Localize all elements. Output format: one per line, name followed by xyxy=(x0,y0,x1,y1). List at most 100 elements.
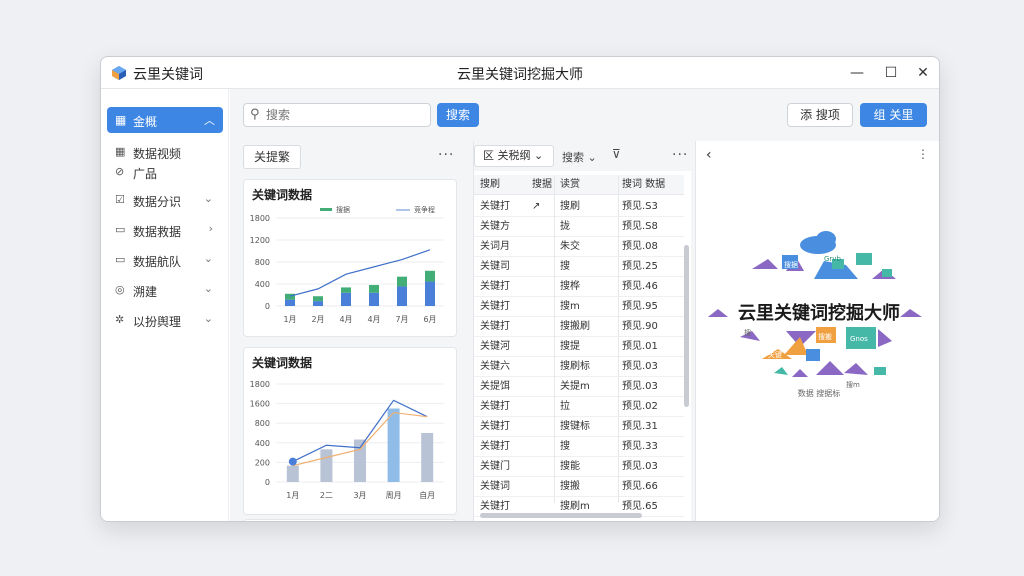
minimize-button[interactable]: — xyxy=(843,61,871,85)
more-options-icon[interactable]: ··· xyxy=(672,147,688,163)
x-tick-label: 3月 xyxy=(353,491,366,500)
legend-swatch xyxy=(320,208,332,211)
table-row[interactable]: 关键词 搜搬 预见.66 xyxy=(474,477,684,497)
bar xyxy=(286,465,299,482)
sidebar-item-data-video[interactable]: ▦ 数据视频 xyxy=(107,141,223,163)
sidebar-item-product[interactable]: ⊘ 广品 xyxy=(107,161,223,183)
table-cell xyxy=(532,237,556,256)
table-toolbar: 区 关税纲 ⌄ 搜索 ⌄ ⊽ ··· xyxy=(474,141,691,171)
sidebar-item-data-rescue[interactable]: ▭ 数据救据 › xyxy=(107,219,223,241)
bar-base xyxy=(313,301,323,306)
sidebar-item-label: 数据救据 xyxy=(133,225,182,239)
chevron-down-icon: ⌄ xyxy=(203,282,213,295)
table-cell: 预见.08 xyxy=(622,241,658,252)
sidebar-item-data-analysis[interactable]: ☑ 数据分识 ⌄ xyxy=(107,189,223,211)
sidebar-item-settings[interactable]: ✲ 以扮舆理 ⌄ xyxy=(107,309,223,331)
filter-icon[interactable]: ⊽ xyxy=(612,147,621,161)
column-header[interactable]: 搜刷 xyxy=(480,175,532,194)
table-row[interactable]: 关词月 朱交 预见.08 xyxy=(474,237,684,257)
table-cell xyxy=(532,377,556,396)
table-cell xyxy=(532,317,556,336)
table-row[interactable]: 关键六 搜刷标 预见.03 xyxy=(474,357,684,377)
bar-top xyxy=(425,270,435,282)
y-tick-label: 1200 xyxy=(250,236,270,245)
table-row[interactable]: 关键打 搜搬刷 预见.90 xyxy=(474,317,684,337)
tab-keywords[interactable]: 关提繁 xyxy=(243,145,301,169)
sidebar-item-data-team[interactable]: ▭ 数据航队 ⌄ xyxy=(107,249,223,271)
chevron-right-icon: › xyxy=(208,222,213,235)
x-tick-label: 2二 xyxy=(320,491,333,500)
table-cell xyxy=(532,337,556,356)
y-tick-label: 1600 xyxy=(250,400,270,409)
sidebar-item-label: 溯建 xyxy=(133,285,158,299)
close-button[interactable]: ✕ xyxy=(909,61,937,85)
chevron-down-icon: ⌄ xyxy=(203,192,213,205)
filter-dropdown-label: 区 关税纲 xyxy=(483,149,531,162)
cloud-tag: 关键 xyxy=(768,350,782,359)
cloud-tag: 搜搬 xyxy=(818,332,832,341)
vertical-scrollbar[interactable] xyxy=(684,245,689,407)
table-row[interactable]: 关键打 拉 预见.02 xyxy=(474,397,684,417)
more-options-icon[interactable]: ··· xyxy=(438,147,454,163)
cloud-tag: Grvb xyxy=(824,255,841,263)
table-cell: 预见.S3 xyxy=(622,201,658,212)
filter-dropdown[interactable]: 区 关税纲 ⌄ xyxy=(474,145,554,167)
sidebar-item-label: 数据航队 xyxy=(133,255,182,269)
table-cell: 搜 xyxy=(560,261,570,272)
table-cell xyxy=(532,257,556,276)
chart-card-2: 关键词数据 0 200 400 800 1600 1800 1月 2二 3月 周月 自月 xyxy=(243,347,457,515)
horizontal-scrollbar[interactable] xyxy=(480,513,642,518)
search-box: ⚲ xyxy=(243,103,431,127)
x-tick-label: 4月 xyxy=(339,315,352,324)
table-cell: 搜搬 xyxy=(560,481,580,492)
globe-icon: ◎ xyxy=(115,283,125,296)
table-row[interactable]: 关键打 搜键标 预见.31 xyxy=(474,417,684,437)
table-row[interactable]: 关键打 搜 预见.33 xyxy=(474,437,684,457)
chevron-down-icon: ⌄ xyxy=(203,252,213,265)
bar-top xyxy=(341,287,351,293)
sidebar-item-overview[interactable]: ▦ 金概 ︿ xyxy=(107,107,223,133)
add-search-item-button[interactable]: 添 搜项 xyxy=(787,103,853,127)
table-row[interactable]: 关提饵 关提m 预见.03 xyxy=(474,377,684,397)
column-header[interactable]: 搜据 xyxy=(532,175,556,194)
table-cell: 预见.03 xyxy=(622,381,658,392)
table-cell: 关键打 xyxy=(480,321,510,332)
sidebar-item-label: 金概 xyxy=(133,115,158,129)
column-divider xyxy=(618,175,619,503)
table-row[interactable]: 关键打 搜桦 预见.46 xyxy=(474,277,684,297)
table-row[interactable]: 关键门 搜能 预见.03 xyxy=(474,457,684,477)
x-tick-label: 自月 xyxy=(419,490,435,500)
search-input[interactable] xyxy=(266,106,426,124)
y-tick-label: 400 xyxy=(255,280,270,289)
sort-dropdown[interactable]: 搜索 ⌄ xyxy=(562,149,597,165)
legend-label: 竞争程 xyxy=(414,205,435,214)
data-point xyxy=(288,457,297,466)
app-logo-icon xyxy=(112,66,126,80)
sidebar-item-trace[interactable]: ◎ 溯建 ⌄ xyxy=(107,279,223,301)
chevron-down-icon: ⌄ xyxy=(203,312,213,325)
table-row[interactable]: 关键方 拢 预见.S8 xyxy=(474,217,684,237)
table-cell: 关键河 xyxy=(480,341,510,352)
table-row[interactable]: 关键打 ↗ 搜刷 预见.S3 xyxy=(474,197,684,217)
table-row[interactable]: 关键打 搜m 预见.95 xyxy=(474,297,684,317)
chevron-down-icon: ⌄ xyxy=(534,149,544,162)
column-header[interactable]: 搜词 数据 xyxy=(622,175,684,194)
title-bar: 云里关键词 云里关键词挖掘大师 — ☐ ✕ xyxy=(101,57,939,89)
bar-base xyxy=(285,299,295,306)
cloud-title: 云里关键词挖掘大师 xyxy=(738,303,900,324)
y-tick-label: 1800 xyxy=(250,214,270,223)
column-header[interactable]: 读赏 xyxy=(560,175,618,194)
table-cell: 搜搬刷 xyxy=(560,321,590,332)
table-cell: ↗ xyxy=(532,201,541,212)
table-cell: 关键打 xyxy=(480,201,510,212)
table-row[interactable]: 关键河 搜提 预见.01 xyxy=(474,337,684,357)
search-button[interactable]: 搜索 xyxy=(437,103,479,127)
bar-top xyxy=(285,293,295,300)
table-row[interactable]: 关键司 搜 预见.25 xyxy=(474,257,684,277)
main-content: ⚲ 搜索 添 搜项 组 关里 关提繁 ··· 关键词数据 04008001200… xyxy=(230,89,939,521)
maximize-button[interactable]: ☐ xyxy=(877,61,905,85)
cloud-tag: 搜 xyxy=(744,328,751,337)
series-line xyxy=(289,249,431,297)
primary-action-button[interactable]: 组 关里 xyxy=(860,103,927,127)
x-tick-label: 2月 xyxy=(311,315,324,324)
